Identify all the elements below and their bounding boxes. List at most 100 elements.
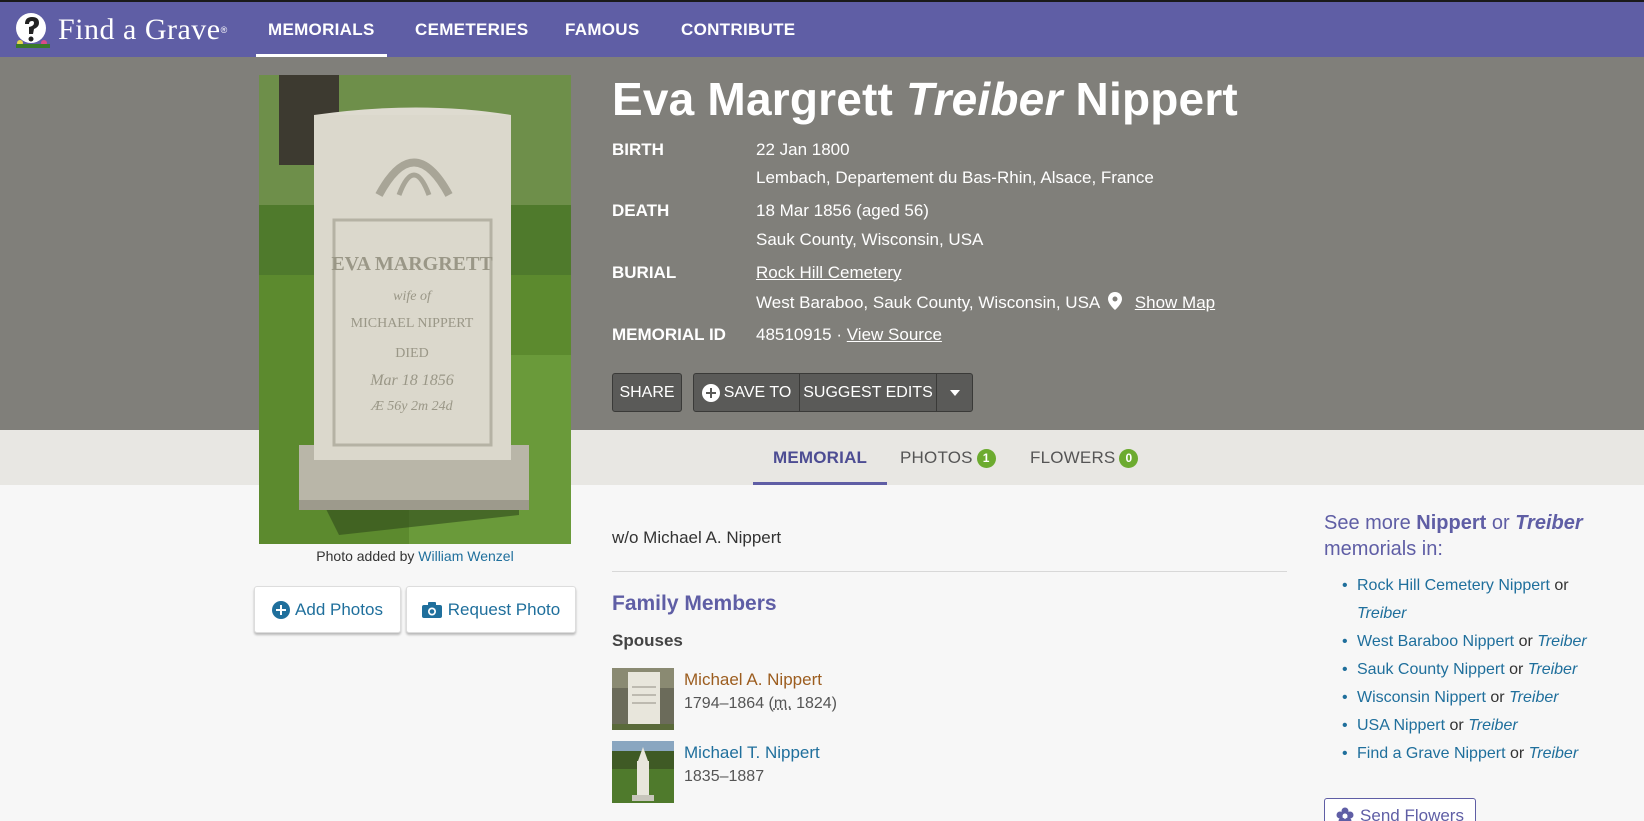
memorial-id-label: MEMORIAL ID [612, 325, 726, 344]
send-flowers-button[interactable]: Send Flowers [1324, 798, 1476, 821]
death-date: 18 Mar 1856 (aged 56) [756, 201, 929, 220]
burial-label: BURIAL [612, 263, 677, 282]
name-last: Nippert [1075, 73, 1238, 125]
inscription-line-5: Mar 18 1856 [369, 372, 454, 389]
share-button[interactable]: SHARE [612, 373, 682, 412]
surname-link[interactable]: Nippert [1434, 689, 1486, 706]
surname-link[interactable]: Nippert [1498, 577, 1550, 594]
surname-link[interactable]: Nippert [1453, 661, 1505, 678]
maiden-link[interactable]: Treiber [1468, 717, 1518, 734]
nav-famous[interactable]: FAMOUS [565, 2, 640, 57]
or-text: or [1509, 661, 1524, 678]
nav-memorials[interactable]: MEMORIALS [256, 2, 387, 57]
bio-text: w/o Michael A. Nippert [612, 528, 782, 547]
plus-circle-icon [272, 600, 291, 619]
burial-place: West Baraboo, Sauk County, Wisconsin, US… [756, 293, 1100, 312]
tab-flowers-label: FLOWERS [1030, 448, 1116, 467]
add-photos-label: Add Photos [295, 599, 383, 619]
tab-photos-label: PHOTOS [900, 448, 973, 467]
top-navigation: Find a Grave ® MEMORIALS CEMETERIES FAMO… [0, 0, 1644, 57]
or-text: or [1518, 633, 1533, 650]
death-label: DEATH [612, 201, 670, 220]
list-item: Rock Hill Cemetery Nippert or Treiber [1342, 572, 1587, 628]
tab-photos[interactable]: PHOTOS 1 [900, 430, 996, 485]
suggest-edits-button[interactable]: SUGGEST EDITS [800, 374, 937, 411]
member-dates: 1794–1864 (m. 1824) [684, 695, 837, 713]
headstone-image: EVA MARGRETT wife of MICHAEL NIPPERT DIE… [259, 75, 571, 544]
burial-cemetery: Rock Hill Cemetery [756, 263, 901, 283]
birth-date: 22 Jan 1800 [756, 140, 850, 159]
memorial-id-row: 48510915 · View Source [756, 325, 942, 345]
member-name-link[interactable]: Michael T. Nippert [684, 743, 820, 763]
member-married-year: 1824) [791, 695, 838, 712]
list-item: West Baraboo Nippert or Treiber [1342, 628, 1642, 656]
name-first: Eva Margrett [612, 73, 894, 125]
caret-down-icon [949, 389, 960, 396]
inscription-line-4: DIED [395, 346, 428, 361]
birth-label: BIRTH [612, 140, 664, 159]
view-source-link[interactable]: View Source [847, 325, 942, 344]
flower-icon [1336, 807, 1354, 821]
maiden-link[interactable]: Treiber [1537, 633, 1587, 650]
spouses-title: Spouses [612, 631, 683, 650]
see-more-maiden: Treiber [1515, 512, 1583, 534]
save-to-button[interactable]: SAVE TO [694, 374, 800, 411]
save-to-label: SAVE TO [723, 383, 792, 401]
or-text: or [1449, 717, 1464, 734]
maiden-link[interactable]: Treiber [1529, 745, 1579, 762]
place-link[interactable]: West Baraboo [1357, 633, 1458, 650]
maiden-link[interactable]: Treiber [1509, 689, 1559, 706]
surname-link[interactable]: Nippert [1393, 717, 1445, 734]
or-text: or [1490, 689, 1505, 706]
find-a-grave-logo[interactable]: Find a Grave ® [14, 10, 227, 50]
married-abbr[interactable]: m. [774, 695, 792, 712]
request-photo-button[interactable]: Request Photo [406, 586, 576, 633]
nav-cemeteries[interactable]: CEMETERIES [415, 2, 529, 57]
place-link[interactable]: Find a Grave [1357, 745, 1449, 762]
list-item: Wisconsin Nippert or Treiber [1342, 684, 1642, 712]
death-place: Sauk County, Wisconsin, USA [756, 230, 984, 249]
tab-flowers[interactable]: FLOWERS 0 [1030, 430, 1139, 485]
burial-place-row: West Baraboo, Sauk County, Wisconsin, US… [756, 292, 1215, 313]
photo-author-link[interactable]: William Wenzel [418, 548, 513, 564]
inscription-line-6: Æ 56y 2m 24d [370, 399, 453, 414]
camera-icon [421, 601, 442, 618]
see-more-surname: Nippert [1416, 512, 1487, 534]
request-photo-label: Request Photo [447, 599, 561, 619]
place-link[interactable]: Rock Hill Cemetery [1357, 577, 1494, 594]
headstone-thumbnail-image [612, 741, 674, 803]
place-link[interactable]: Sauk County [1357, 661, 1449, 678]
photos-count-badge: 1 [976, 449, 996, 468]
name-maiden: Treiber [906, 73, 1063, 125]
tab-memorial[interactable]: MEMORIAL [752, 430, 888, 485]
nav-contribute[interactable]: CONTRIBUTE [681, 2, 795, 57]
add-photos-button[interactable]: Add Photos [254, 586, 401, 633]
member-dates: 1835–1887 [684, 768, 765, 785]
see-more-prefix: See more [1324, 512, 1411, 534]
memorial-name: Eva Margrett Treiber Nippert [612, 72, 1238, 126]
memorial-photo[interactable]: EVA MARGRETT wife of MICHAEL NIPPERT DIE… [259, 75, 571, 544]
inscription-line-1: EVA MARGRETT [331, 253, 493, 275]
maiden-link[interactable]: Treiber [1528, 661, 1578, 678]
burial-cemetery-link[interactable]: Rock Hill Cemetery [756, 263, 901, 282]
surname-link[interactable]: Nippert [1463, 633, 1515, 650]
memorial-id-value: 48510915 · [756, 325, 843, 344]
surname-link[interactable]: Nippert [1454, 745, 1506, 762]
member-name-link[interactable]: Michael A. Nippert [684, 670, 822, 690]
member-thumbnail[interactable] [612, 741, 674, 803]
send-flowers-label: Send Flowers [1360, 806, 1464, 821]
maiden-link[interactable]: Treiber [1357, 605, 1407, 622]
more-actions-button[interactable] [937, 374, 972, 411]
member-dates-range: 1794–1864 ( [684, 695, 774, 712]
memorial-actions-group: SAVE TO SUGGEST EDITS [693, 373, 973, 412]
place-link[interactable]: Wisconsin [1357, 689, 1430, 706]
show-map-link[interactable]: Show Map [1135, 293, 1215, 312]
place-link[interactable]: USA [1357, 717, 1389, 734]
member-thumbnail[interactable] [612, 668, 674, 730]
or-text: or [1509, 745, 1525, 762]
see-more-suffix: memorials in: [1324, 538, 1443, 560]
divider [612, 571, 1287, 572]
photo-caption-prefix: Photo added by [316, 548, 415, 564]
list-item: Sauk County Nippert or Treiber [1342, 656, 1642, 684]
headstone-thumbnail-image [612, 668, 674, 730]
